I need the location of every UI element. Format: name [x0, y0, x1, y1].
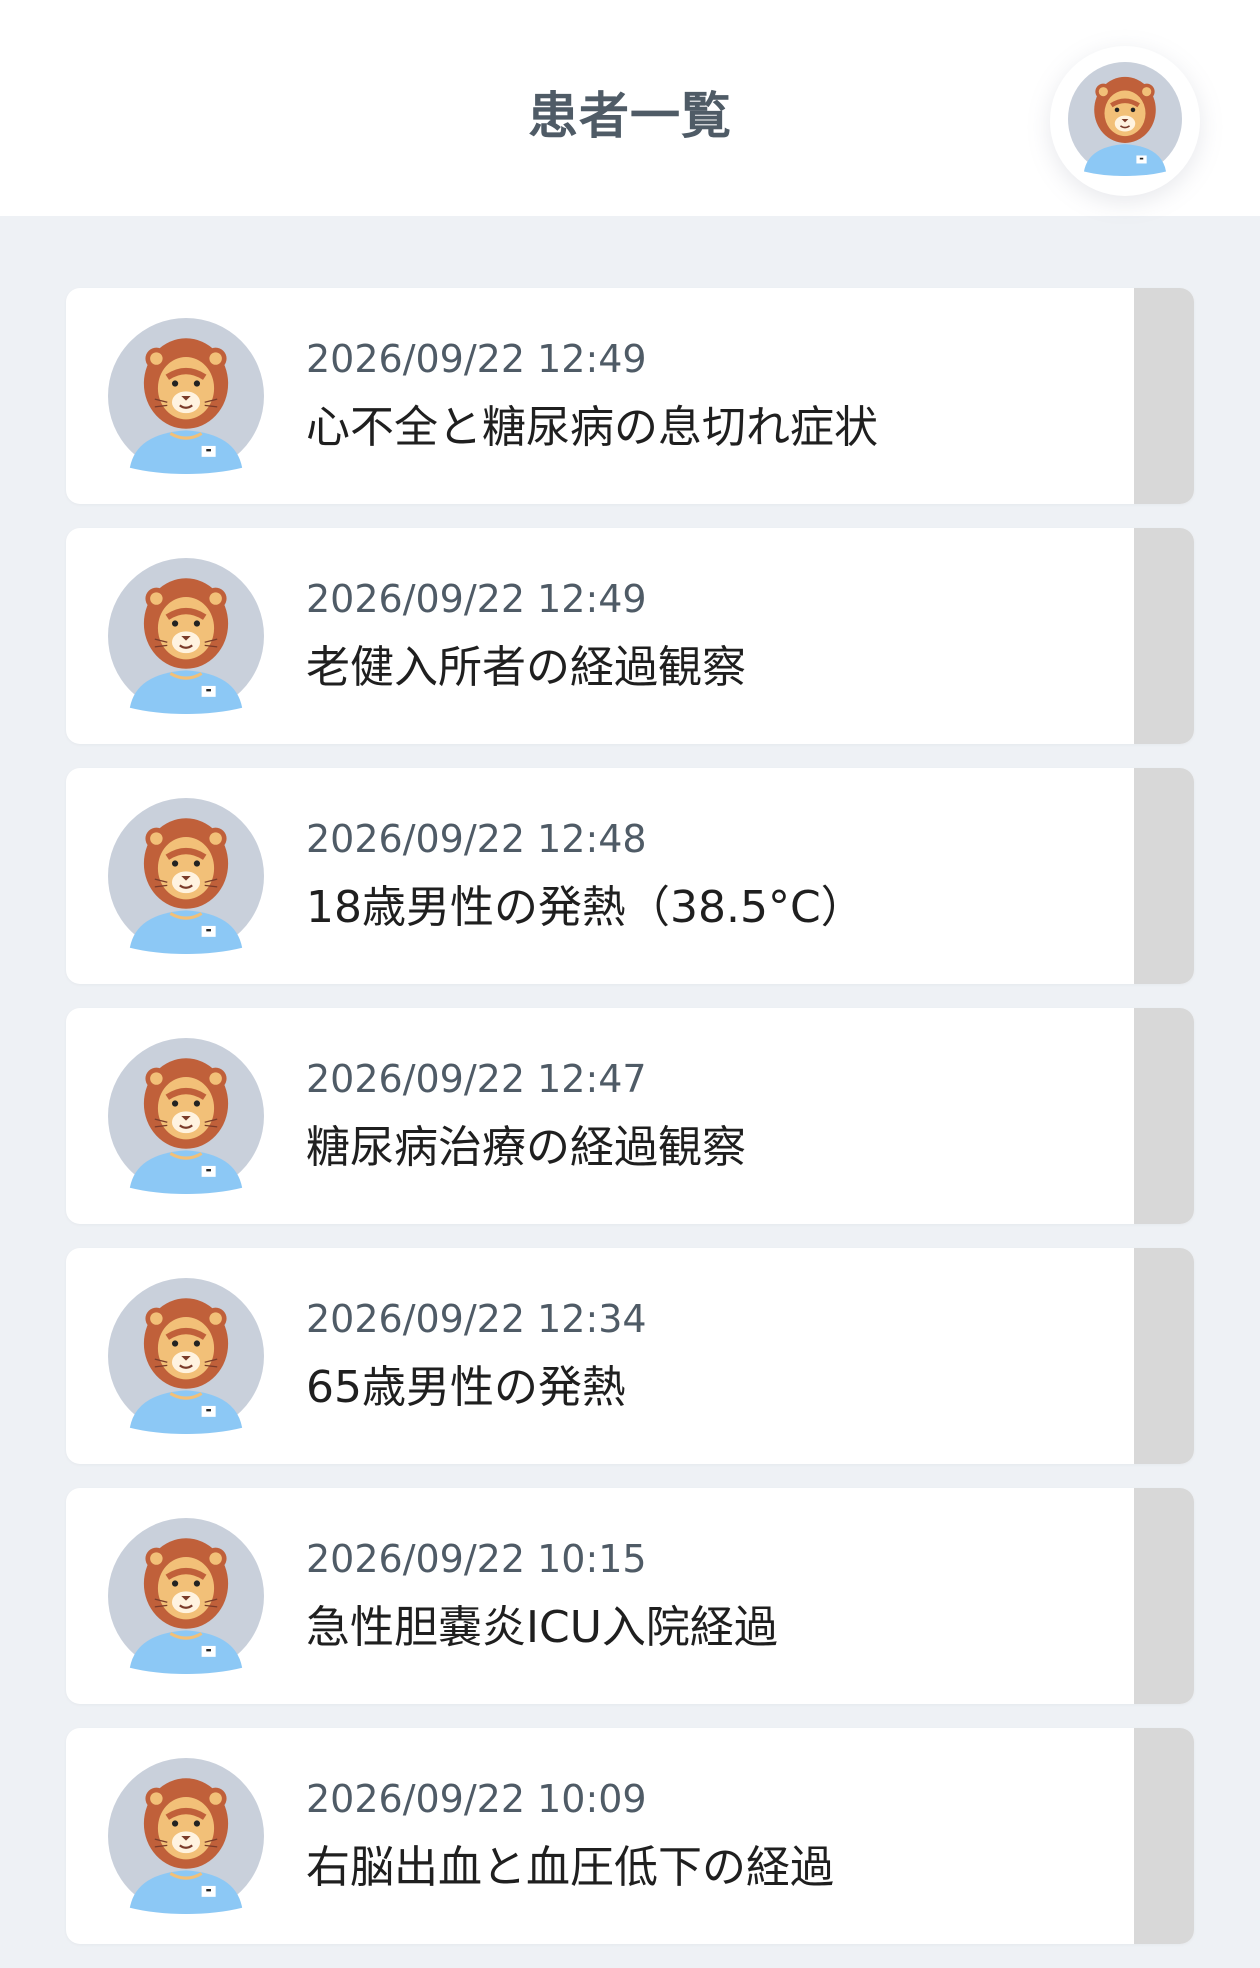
patient-avatar-icon: [108, 1038, 264, 1194]
patient-card[interactable]: 2026/09/22 12:49 老健入所者の経過観察: [66, 528, 1194, 744]
card-swipe-handle[interactable]: [1134, 1248, 1194, 1464]
patient-card[interactable]: 2026/09/22 10:15 急性胆嚢炎ICU入院経過: [66, 1488, 1194, 1704]
patient-timestamp: 2026/09/22 12:48: [306, 817, 647, 861]
patient-card[interactable]: 2026/09/22 12:48 18歳男性の発熱（38.5°C）: [66, 768, 1194, 984]
patient-timestamp: 2026/09/22 10:15: [306, 1537, 647, 1581]
patient-timestamp: 2026/09/22 12:49: [306, 577, 647, 621]
patient-list: 2026/09/22 12:49 心不全と糖尿病の息切れ症状 2026/09/2…: [66, 288, 1194, 1968]
patient-timestamp: 2026/09/22 10:09: [306, 1777, 647, 1821]
patient-avatar-icon: [108, 558, 264, 714]
patient-card[interactable]: 2026/09/22 12:47 糖尿病治療の経過観察: [66, 1008, 1194, 1224]
patient-avatar-icon: [108, 1758, 264, 1914]
patient-timestamp: 2026/09/22 12:47: [306, 1057, 647, 1101]
card-swipe-handle[interactable]: [1134, 768, 1194, 984]
lion-doctor-avatar-icon: [1068, 62, 1182, 180]
app-header: 患者一覧: [0, 0, 1260, 216]
patient-summary-title: 老健入所者の経過観察: [306, 642, 746, 693]
patient-timestamp: 2026/09/22 12:34: [306, 1297, 647, 1341]
patient-avatar-icon: [108, 1278, 264, 1434]
card-swipe-handle[interactable]: [1134, 288, 1194, 504]
card-swipe-handle[interactable]: [1134, 1488, 1194, 1704]
patient-timestamp: 2026/09/22 12:49: [306, 337, 647, 381]
patient-summary-title: 65歳男性の発熱: [306, 1362, 626, 1413]
patient-avatar-icon: [108, 318, 264, 474]
patient-avatar-icon: [108, 798, 264, 954]
card-swipe-handle[interactable]: [1134, 1008, 1194, 1224]
patient-card[interactable]: 2026/09/22 12:49 心不全と糖尿病の息切れ症状: [66, 288, 1194, 504]
patient-summary-title: 糖尿病治療の経過観察: [306, 1122, 746, 1173]
card-swipe-handle[interactable]: [1134, 1728, 1194, 1944]
patient-summary-title: 急性胆嚢炎ICU入院経過: [306, 1602, 778, 1653]
patient-card[interactable]: 2026/09/22 12:34 65歳男性の発熱: [66, 1248, 1194, 1464]
patient-summary-title: 心不全と糖尿病の息切れ症状: [306, 402, 878, 453]
patient-summary-title: 18歳男性の発熱（38.5°C）: [306, 882, 865, 933]
card-swipe-handle[interactable]: [1134, 528, 1194, 744]
profile-avatar-button[interactable]: [1050, 46, 1200, 196]
patient-avatar-icon: [108, 1518, 264, 1674]
patient-card[interactable]: 2026/09/22 10:09 右脳出血と血圧低下の経過: [66, 1728, 1194, 1944]
patient-summary-title: 右脳出血と血圧低下の経過: [306, 1842, 834, 1893]
